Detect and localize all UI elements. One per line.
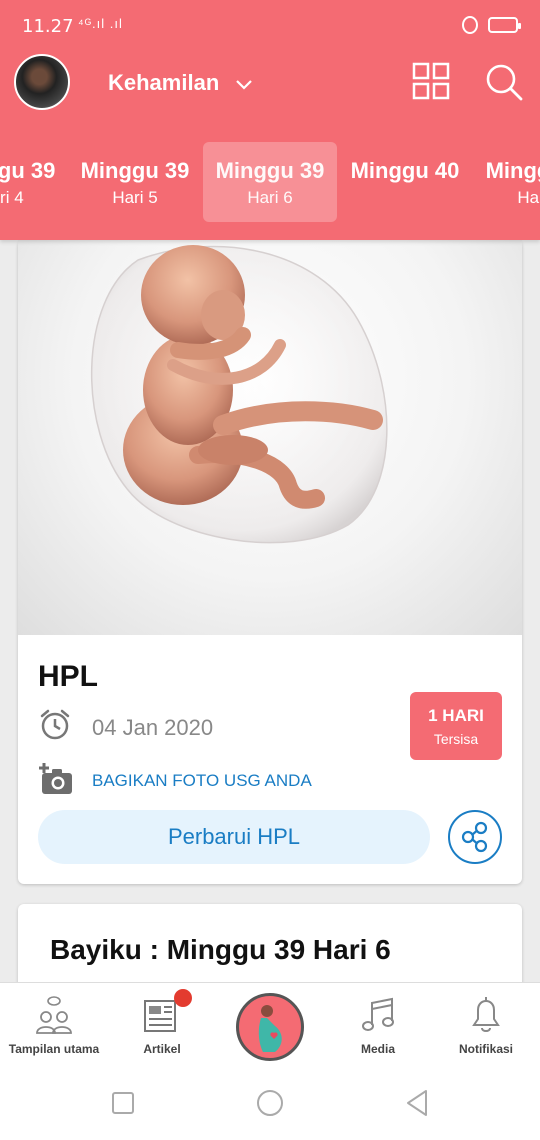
share-ultrasound-link[interactable]: BAGIKAN FOTO USG ANDA (92, 771, 312, 791)
pregnant-woman-icon (258, 1005, 282, 1052)
chevron-down-icon[interactable] (234, 74, 254, 94)
share-icon (461, 821, 488, 853)
signal-icon: ⁴ᴳ.ıl .ıl (78, 16, 123, 31)
nav-label: Artikel (143, 1042, 181, 1056)
days-remaining-badge: 1 HARI Tersisa (410, 692, 502, 760)
section-title[interactable]: Kehamilan (108, 70, 219, 96)
week-label: Minggu 40 (350, 158, 460, 183)
bottom-navigation: Tampilan utama Artikel Media Notifikasi (0, 982, 540, 1068)
avatar[interactable] (14, 54, 70, 110)
days-remaining-value: 1 HARI (428, 706, 484, 725)
search-icon[interactable] (484, 62, 524, 102)
recent-apps-icon[interactable] (112, 1092, 134, 1114)
home-icon[interactable] (257, 1090, 283, 1116)
week-tab[interactable]: Minggu 40 Hari 1 (473, 142, 540, 222)
status-bar: 11.27 ⁴ᴳ.ıl .ıl (0, 0, 540, 52)
bell-icon (472, 997, 500, 1032)
week-label: Minggu 40 (485, 158, 540, 183)
week-selector[interactable]: Minggu 39 Hari 4 Minggu 39 Hari 5 Minggu… (0, 140, 540, 224)
add-camera-icon[interactable] (38, 762, 74, 796)
pregnancy-center-button[interactable] (236, 993, 304, 1061)
days-remaining-label: Tersisa (433, 731, 479, 747)
nav-media[interactable]: Media (324, 983, 432, 1069)
fetus-image (18, 240, 522, 635)
update-due-date-button[interactable]: Perbarui HPL (38, 810, 430, 864)
grid-icon[interactable] (412, 62, 450, 100)
status-time: 11.27 (22, 16, 74, 37)
week-tab[interactable]: Minggu 39 Hari 4 (0, 142, 68, 222)
top-bar: Kehamilan (0, 52, 540, 116)
baby-week-title: Bayiku : Minggu 39 Hari 6 (50, 934, 391, 965)
week-label: Minggu 39 (80, 158, 190, 183)
nav-articles[interactable]: Artikel (108, 983, 216, 1069)
nav-notifications[interactable]: Notifikasi (432, 983, 540, 1069)
people-chat-icon (36, 996, 72, 1034)
nav-label: Notifikasi (458, 1042, 513, 1056)
back-icon[interactable] (404, 1088, 430, 1118)
system-navigation-bar (0, 1068, 540, 1140)
nav-label: Media (360, 1042, 395, 1056)
alarm-clock-icon (40, 709, 70, 740)
week-tab[interactable]: Minggu 39 Hari 5 (68, 142, 202, 222)
baby-week-card[interactable]: Bayiku : Minggu 39 Hari 6 (18, 904, 522, 982)
hpl-title: HPL (38, 660, 98, 693)
week-tab-active[interactable]: Minggu 39 Hari 6 (203, 142, 337, 222)
day-label: Hari 1 (517, 188, 540, 207)
hpl-card: HPL 04 Jan 2020 1 HARI Tersisa BAGIKAN F… (18, 240, 522, 884)
day-label: Hari 4 (0, 188, 24, 207)
week-tab[interactable]: Minggu 40 (338, 142, 472, 222)
battery-icon (488, 17, 521, 33)
due-date: 04 Jan 2020 (92, 715, 214, 740)
week-label: Minggu 39 (0, 158, 56, 183)
day-label: Hari 6 (247, 188, 293, 207)
notification-badge (174, 989, 192, 1007)
content-scroll[interactable]: HPL 04 Jan 2020 1 HARI Tersisa BAGIKAN F… (0, 240, 540, 982)
nav-label: Tampilan utama (8, 1042, 100, 1056)
rotation-lock-icon (462, 16, 478, 34)
app-header: 11.27 ⁴ᴳ.ıl .ıl Kehamilan Minggu 39 Hari… (0, 0, 540, 240)
week-label: Minggu 39 (215, 158, 325, 183)
nav-home[interactable]: Tampilan utama (0, 983, 108, 1069)
status-icons (462, 16, 521, 34)
share-button[interactable] (448, 810, 502, 864)
music-note-icon (362, 997, 394, 1031)
day-label: Hari 5 (112, 188, 158, 207)
